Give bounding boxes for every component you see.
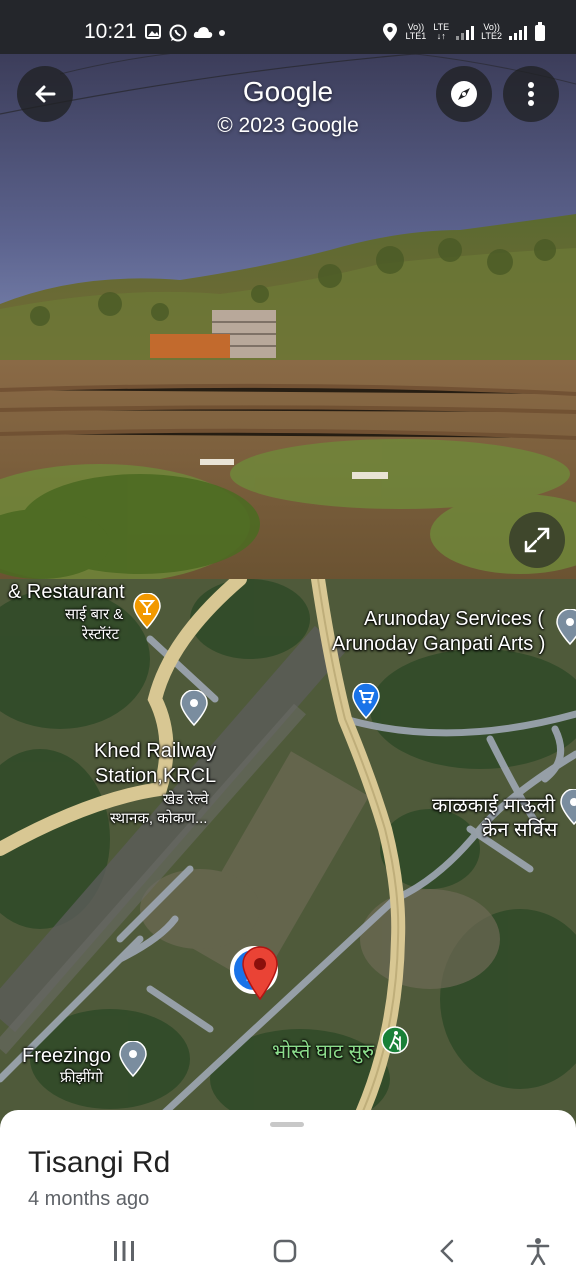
dot-icon (217, 24, 235, 38)
street-view-copyright: © 2023 Google (217, 114, 359, 137)
freezingo-label[interactable]: Freezingo (22, 1045, 111, 1068)
accessibility-button[interactable] (518, 1236, 558, 1266)
status-bar: 10:21 Vo)) LTE1 LTE ↓↑ Vo)) LTE2 (0, 0, 576, 54)
bar-poi-icon[interactable] (133, 593, 161, 629)
red-pin-icon[interactable] (241, 946, 279, 1000)
place-bottom-sheet[interactable]: Tisangi Rd 4 months ago (0, 1110, 576, 1280)
status-left-icons (145, 24, 235, 42)
arunoday-poi-icon[interactable] (556, 609, 576, 645)
status-right-icons: Vo)) LTE1 LTE ↓↑ Vo)) LTE2 (382, 22, 546, 42)
home-button[interactable] (265, 1236, 305, 1266)
bar-label-en[interactable]: & Restaurant (8, 581, 125, 604)
signal2-icon (509, 24, 527, 40)
station-label-mr2[interactable]: स्थानक, कोकण... (110, 808, 207, 828)
network-type: LTE ↓↑ (433, 22, 450, 41)
station-label-2[interactable]: Station,KRCL (95, 765, 216, 788)
signal-icon (456, 24, 475, 40)
freezingo-poi-icon[interactable] (119, 1041, 147, 1077)
accessibility-icon (526, 1238, 550, 1265)
battery-icon (535, 22, 545, 41)
crane-poi-icon[interactable] (560, 789, 576, 825)
station-poi-icon[interactable] (180, 690, 208, 726)
gallery-icon (145, 24, 163, 39)
recents-button[interactable] (104, 1236, 144, 1266)
capture-date: 4 months ago (28, 1188, 150, 1210)
ghat-label[interactable]: भोस्ते घाट सुरु (272, 1037, 374, 1064)
location-icon (383, 23, 398, 41)
shopping-poi-icon[interactable] (352, 683, 380, 719)
system-nav-bar (0, 1226, 576, 1280)
station-label-1[interactable]: Khed Railway (94, 740, 216, 763)
expand-button[interactable] (509, 512, 565, 568)
cloud-icon (193, 24, 213, 38)
home-icon (273, 1239, 297, 1263)
status-time: 10:21 (84, 20, 137, 43)
crane-label-1[interactable]: काळकाई माऊली (432, 791, 555, 818)
street-view-title: Google (242, 76, 334, 107)
back-icon (440, 1239, 454, 1263)
street-view-panorama[interactable]: Google © 2023 Google (0, 54, 576, 579)
bar-label-mr[interactable]: साई बार & (65, 604, 123, 624)
whatsapp-icon (169, 24, 187, 42)
arunoday-label-2[interactable]: Arunoday Ganpati Arts ) (332, 633, 545, 656)
bar-label-mr2[interactable]: रेस्टॉरंट (82, 624, 119, 644)
hiking-poi-icon[interactable] (381, 1026, 409, 1054)
drag-handle[interactable] (270, 1122, 304, 1127)
nav-back-button[interactable] (427, 1236, 467, 1266)
crane-label-2[interactable]: क्रेन सर्विस (482, 815, 557, 842)
satellite-map[interactable]: & Restaurant साई बार & रेस्टॉरंट Arunoda… (0, 579, 576, 1139)
station-label-mr1[interactable]: खेड रेल्वे (163, 789, 209, 809)
sim2-label: Vo)) LTE2 (481, 22, 502, 41)
expand-icon (524, 527, 550, 553)
place-name: Tisangi Rd (28, 1146, 171, 1179)
freezingo-label-mr[interactable]: फ्रीझींगो (60, 1067, 103, 1087)
sim1-label: Vo)) LTE1 (405, 22, 427, 41)
arunoday-label-1[interactable]: Arunoday Services ( (364, 608, 544, 631)
recents-icon (114, 1241, 134, 1261)
